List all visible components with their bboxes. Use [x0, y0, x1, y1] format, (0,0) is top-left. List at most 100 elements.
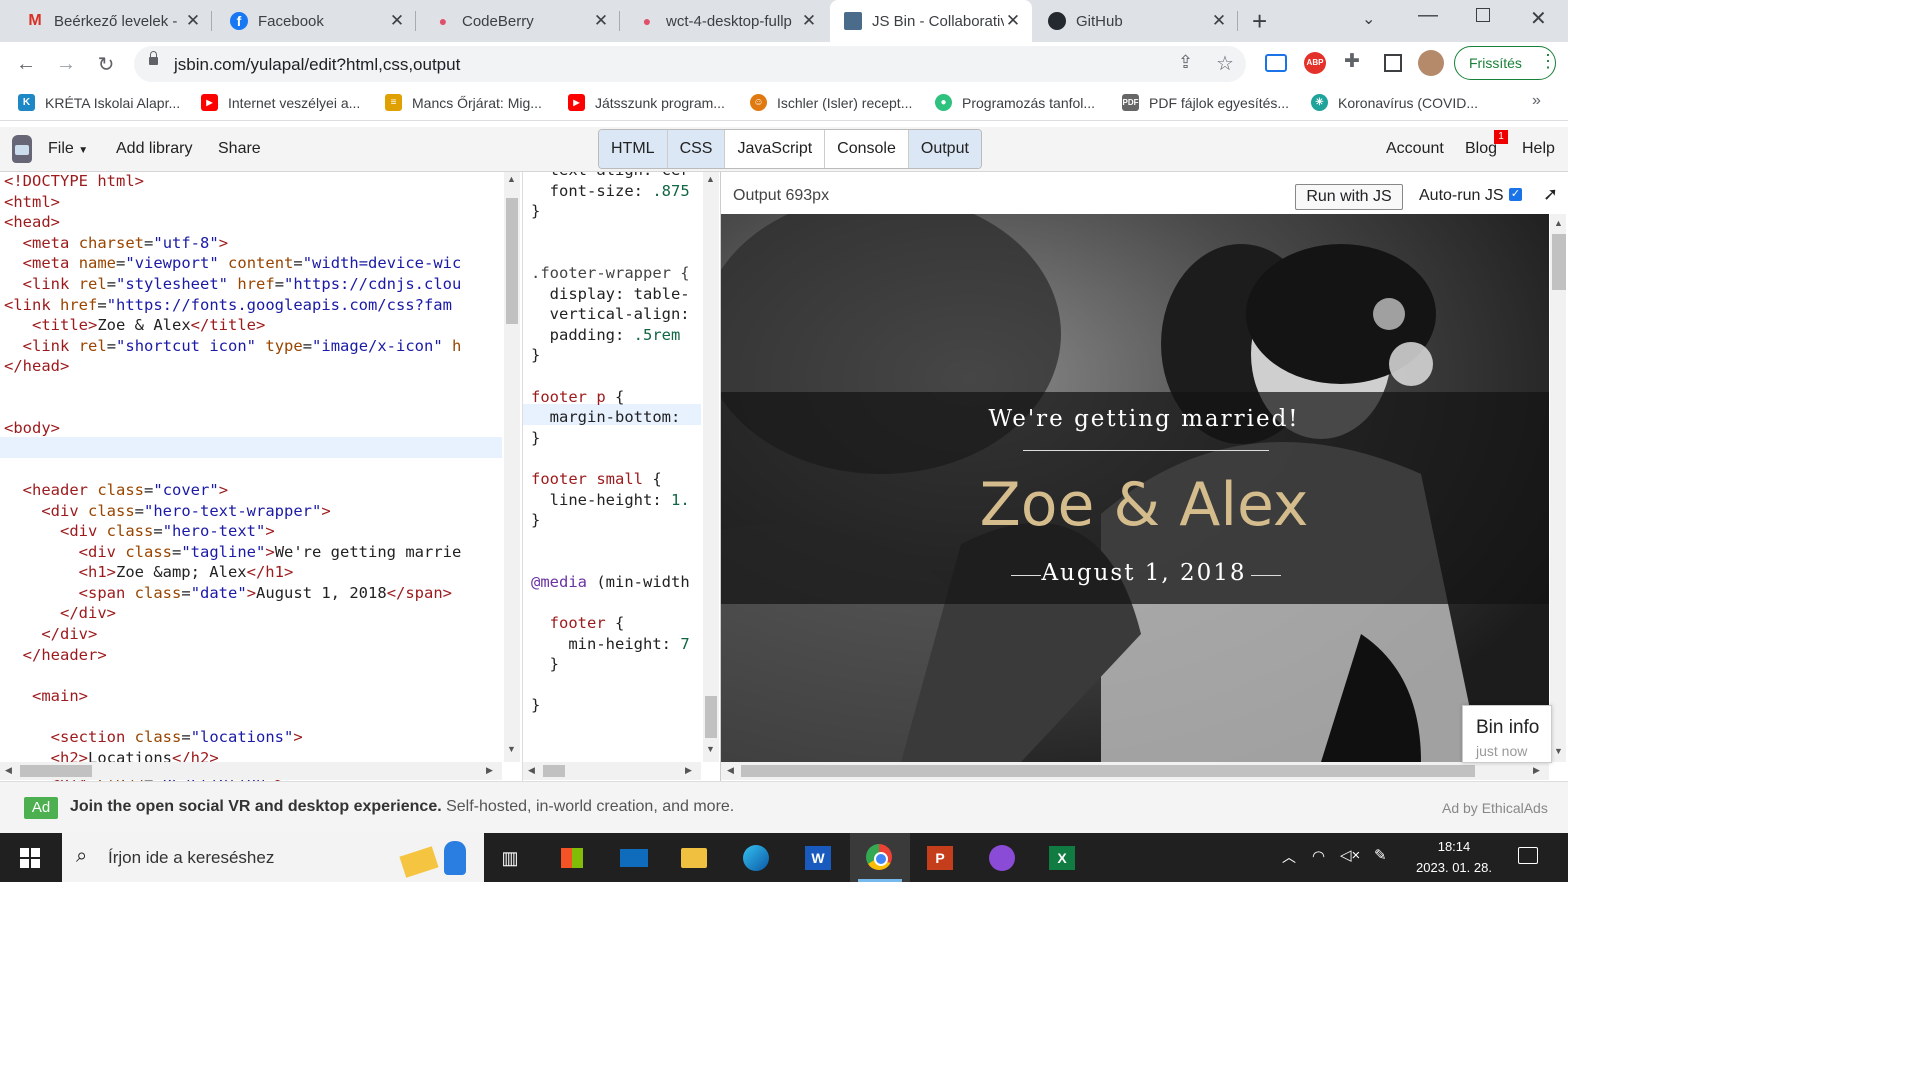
- show-hidden-icons-icon[interactable]: ︿: [1282, 847, 1296, 867]
- ad-text[interactable]: Join the open social VR and desktop expe…: [70, 798, 734, 816]
- excel-icon[interactable]: X: [1046, 842, 1078, 874]
- run-with-js-button[interactable]: Run with JS: [1295, 184, 1403, 210]
- share-button[interactable]: Share: [218, 140, 261, 158]
- help-link[interactable]: Help: [1522, 140, 1555, 158]
- html-editor[interactable]: <!DOCTYPE html> <html> <head> <meta char…: [0, 172, 520, 781]
- scroll-left-icon[interactable]: ◀: [528, 765, 535, 776]
- screen-capture-icon[interactable]: [1265, 54, 1287, 72]
- bookmark-star-icon[interactable]: ☆: [1216, 51, 1234, 76]
- css-editor[interactable]: text-align: cer font-size: .875 } .foote…: [522, 172, 719, 781]
- file-menu[interactable]: File ▼: [48, 140, 88, 158]
- account-link[interactable]: Account: [1386, 140, 1444, 158]
- close-icon[interactable]: ✕: [592, 11, 610, 31]
- bookmark-item[interactable]: ≡ Mancs Őrjárat: Mig...: [385, 94, 542, 111]
- css-horizontal-scrollbar[interactable]: ◀ ▶: [523, 762, 701, 780]
- extensions-icon[interactable]: ✚: [1344, 50, 1360, 73]
- minimize-icon[interactable]: —: [1418, 4, 1438, 27]
- tab-html[interactable]: HTML: [599, 130, 668, 168]
- restore-icon[interactable]: [1476, 8, 1490, 22]
- address-bar[interactable]: jsbin.com/yulapal/edit?html,css,output ⇪…: [134, 46, 1246, 82]
- css-code[interactable]: text-align: cer font-size: .875 } .foote…: [531, 172, 690, 716]
- bookmark-item[interactable]: K KRÉTA Iskolai Alapr...: [18, 94, 180, 111]
- more-bookmarks-icon[interactable]: »: [1532, 92, 1541, 110]
- edge-icon[interactable]: [740, 842, 772, 874]
- adblock-icon[interactable]: ABP: [1304, 52, 1326, 74]
- html-vertical-scrollbar[interactable]: ▲ ▼: [504, 172, 520, 762]
- add-library-button[interactable]: Add library: [116, 140, 192, 158]
- notifications-icon[interactable]: [1518, 847, 1538, 864]
- scrollbar-thumb[interactable]: [1552, 234, 1566, 290]
- close-icon[interactable]: ✕: [184, 11, 202, 31]
- kebab-menu-icon[interactable]: ⋮: [1539, 51, 1557, 72]
- tab-codeberry[interactable]: ● CodeBerry ✕: [420, 0, 620, 42]
- autorun-checkbox[interactable]: ✓: [1509, 188, 1522, 201]
- volume-muted-icon[interactable]: ◁×: [1340, 846, 1360, 864]
- scroll-right-icon[interactable]: ▶: [1533, 765, 1540, 776]
- jsbin-logo-icon[interactable]: [12, 135, 32, 163]
- clock-time[interactable]: 18:14: [1412, 839, 1496, 854]
- pen-icon[interactable]: ✎: [1374, 846, 1387, 864]
- taskbar-active-app[interactable]: [850, 833, 910, 882]
- github-desktop-icon[interactable]: [986, 842, 1018, 874]
- tab-gmail[interactable]: M Beérkező levelek - ✕: [12, 0, 212, 42]
- html-code[interactable]: <!DOCTYPE html> <html> <head> <meta char…: [4, 172, 461, 781]
- side-panel-icon[interactable]: [1384, 54, 1402, 72]
- scrollbar-thumb[interactable]: [506, 198, 518, 324]
- bookmark-item[interactable]: ☺ Ischler (Isler) recept...: [750, 94, 912, 111]
- microsoft-store-icon[interactable]: [556, 842, 588, 874]
- output-vertical-scrollbar[interactable]: ▲ ▼: [1550, 214, 1566, 762]
- new-tab-icon[interactable]: +: [1252, 6, 1267, 37]
- reload-icon[interactable]: ↻: [92, 50, 120, 78]
- url-text[interactable]: jsbin.com/yulapal/edit?html,css,output: [174, 55, 460, 75]
- scroll-down-icon[interactable]: ▼: [1554, 746, 1563, 756]
- close-icon[interactable]: ✕: [388, 11, 406, 31]
- share-icon[interactable]: ⇪: [1178, 52, 1193, 73]
- ad-attribution[interactable]: Ad by EthicalAds: [1442, 800, 1548, 816]
- bin-info-panel[interactable]: Bin info just now: [1462, 705, 1552, 763]
- tab-facebook[interactable]: f Facebook ✕: [216, 0, 416, 42]
- task-view-icon[interactable]: ▥: [494, 842, 526, 874]
- forward-icon[interactable]: →: [52, 50, 80, 78]
- tab-javascript[interactable]: JavaScript: [725, 130, 826, 168]
- scroll-right-icon[interactable]: ▶: [685, 765, 692, 776]
- close-window-icon[interactable]: ✕: [1530, 6, 1547, 31]
- scrollbar-thumb[interactable]: [705, 696, 717, 738]
- output-horizontal-scrollbar[interactable]: ◀ ▶: [721, 762, 1549, 780]
- windows-start-icon[interactable]: [14, 842, 46, 874]
- tab-console[interactable]: Console: [825, 130, 909, 168]
- update-button[interactable]: Frissítés ⋮: [1454, 46, 1557, 80]
- bookmark-item[interactable]: ✳ Koronavírus (COVID...: [1311, 94, 1478, 111]
- scrollbar-thumb[interactable]: [543, 765, 565, 777]
- tab-search-icon[interactable]: ⌄: [1362, 9, 1375, 29]
- close-icon[interactable]: ✕: [1210, 11, 1228, 31]
- scroll-left-icon[interactable]: ◀: [727, 765, 734, 776]
- clock-date[interactable]: 2023. 01. 28.: [1406, 860, 1502, 875]
- bookmark-item[interactable]: ● Programozás tanfol...: [935, 94, 1095, 111]
- bookmark-item[interactable]: ▶ Internet veszélyei a...: [201, 94, 360, 111]
- css-vertical-scrollbar[interactable]: ▲ ▼: [703, 172, 719, 762]
- scroll-down-icon[interactable]: ▼: [706, 744, 715, 754]
- bookmark-item[interactable]: PDF PDF fájlok egyesítés...: [1122, 94, 1289, 111]
- scroll-up-icon[interactable]: ▲: [507, 174, 516, 184]
- scroll-right-icon[interactable]: ▶: [486, 765, 493, 776]
- back-icon[interactable]: ←: [12, 50, 40, 78]
- close-icon[interactable]: ✕: [800, 11, 818, 31]
- close-icon[interactable]: ✕: [1004, 11, 1022, 31]
- file-explorer-icon[interactable]: [678, 842, 710, 874]
- scroll-down-icon[interactable]: ▼: [507, 744, 516, 754]
- blog-link[interactable]: Blog: [1465, 140, 1497, 158]
- scroll-up-icon[interactable]: ▲: [1554, 218, 1563, 228]
- wifi-icon[interactable]: ◠: [1312, 847, 1325, 865]
- html-horizontal-scrollbar[interactable]: ◀ ▶: [0, 762, 502, 780]
- bookmark-item[interactable]: ▶ Játsszunk program...: [568, 94, 725, 111]
- tab-wct[interactable]: ● wct-4-desktop-fullp ✕: [624, 0, 828, 42]
- tab-github[interactable]: GitHub ✕: [1034, 0, 1238, 42]
- scroll-left-icon[interactable]: ◀: [5, 765, 12, 776]
- word-icon[interactable]: W: [802, 842, 834, 874]
- scroll-up-icon[interactable]: ▲: [706, 174, 715, 184]
- popout-arrow-icon[interactable]: ➚: [1543, 184, 1558, 205]
- taskbar-search-box[interactable]: ⌕ Írjon ide a kereséshez: [62, 833, 484, 882]
- avatar[interactable]: [1418, 50, 1444, 76]
- powerpoint-icon[interactable]: P: [924, 842, 956, 874]
- scrollbar-thumb[interactable]: [20, 765, 92, 777]
